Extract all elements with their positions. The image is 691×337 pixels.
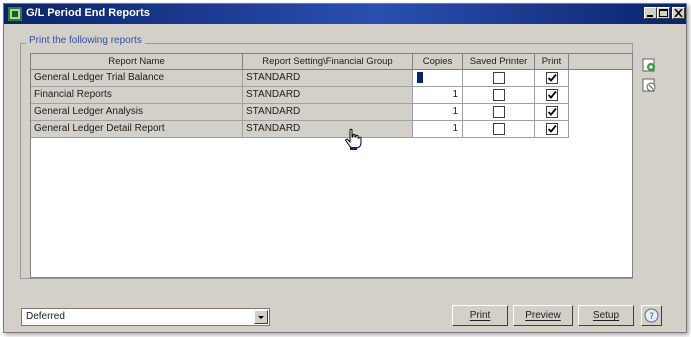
column-header-spacer: [569, 54, 632, 70]
checkmark-icon: [547, 90, 557, 99]
table-row[interactable]: Financial Reports STANDARD 1: [31, 87, 632, 104]
report-name-cell[interactable]: General Ledger Analysis: [31, 104, 243, 121]
saved-printer-cell[interactable]: [463, 70, 535, 87]
column-header-report-name[interactable]: Report Name: [31, 54, 243, 70]
output-mode-value: Deferred: [26, 311, 65, 322]
print-cell[interactable]: [535, 121, 569, 138]
report-name-cell[interactable]: Financial Reports: [31, 87, 243, 104]
maximize-button[interactable]: [657, 7, 670, 19]
chevron-down-icon: [258, 316, 264, 319]
checkmark-icon: [547, 124, 557, 133]
report-setting-cell[interactable]: STANDARD: [243, 104, 413, 121]
report-name-cell[interactable]: General Ledger Detail Report: [31, 121, 243, 138]
print-checkbox[interactable]: [545, 123, 558, 135]
reports-group-legend: Print the following reports: [26, 35, 145, 46]
dropdown-button[interactable]: [254, 310, 268, 324]
print-checkbox[interactable]: [545, 72, 558, 84]
checkmark-icon: [547, 107, 557, 116]
copies-cell-editing[interactable]: [413, 70, 463, 87]
setup-button[interactable]: Setup: [578, 305, 634, 326]
print-checkbox[interactable]: [545, 106, 558, 118]
column-header-saved-printer[interactable]: Saved Printer: [463, 54, 535, 70]
saved-printer-checkbox[interactable]: [492, 89, 505, 101]
copies-cell[interactable]: 1: [413, 104, 463, 121]
svg-text:?: ?: [649, 312, 654, 322]
column-header-report-setting[interactable]: Report Setting\Financial Group: [243, 54, 413, 70]
column-header-copies[interactable]: Copies: [413, 54, 463, 70]
table-row[interactable]: General Ledger Analysis STANDARD 1: [31, 104, 632, 121]
minimize-icon: [647, 15, 653, 17]
hand-pointer-icon: [345, 128, 362, 150]
window-title: G/L Period End Reports: [26, 7, 150, 19]
text-caret: [417, 71, 423, 83]
output-mode-select[interactable]: Deferred: [21, 308, 270, 326]
print-checkbox[interactable]: [545, 89, 558, 101]
column-header-print[interactable]: Print: [535, 54, 569, 70]
report-setting-cell[interactable]: STANDARD: [243, 70, 413, 87]
minimize-button[interactable]: [644, 7, 657, 19]
saved-printer-checkbox[interactable]: [492, 123, 505, 135]
preview-button[interactable]: Preview: [513, 305, 573, 326]
saved-printer-cell[interactable]: [463, 104, 535, 121]
close-button[interactable]: [672, 7, 685, 19]
saved-printer-cell[interactable]: [463, 87, 535, 104]
report-setting-cell[interactable]: STANDARD: [243, 121, 413, 138]
table-row[interactable]: General Ledger Detail Report STANDARD 1: [31, 121, 632, 138]
print-cell[interactable]: [535, 70, 569, 87]
copies-cell[interactable]: 1: [413, 121, 463, 138]
table-row[interactable]: General Ledger Trial Balance STANDARD: [31, 70, 632, 87]
reports-grid[interactable]: Report Name Report Setting\Financial Gro…: [30, 53, 633, 278]
saved-printer-checkbox[interactable]: [492, 72, 505, 84]
report-name-cell[interactable]: General Ledger Trial Balance: [31, 70, 243, 87]
print-cell[interactable]: [535, 104, 569, 121]
close-icon: [674, 9, 683, 17]
add-report-icon[interactable]: [641, 57, 657, 73]
maximize-icon: [659, 9, 668, 17]
saved-printer-cell[interactable]: [463, 121, 535, 138]
print-button[interactable]: Print: [452, 305, 508, 326]
saved-printer-checkbox[interactable]: [492, 106, 505, 118]
help-icon: ?: [644, 308, 659, 323]
checkmark-icon: [547, 73, 557, 82]
copies-cell[interactable]: 1: [413, 87, 463, 104]
title-bar[interactable]: G/L Period End Reports: [4, 4, 686, 24]
help-button[interactable]: ?: [641, 305, 662, 326]
print-cell[interactable]: [535, 87, 569, 104]
report-setting-cell[interactable]: STANDARD: [243, 87, 413, 104]
app-icon: [8, 7, 22, 21]
remove-report-icon[interactable]: [641, 77, 657, 93]
